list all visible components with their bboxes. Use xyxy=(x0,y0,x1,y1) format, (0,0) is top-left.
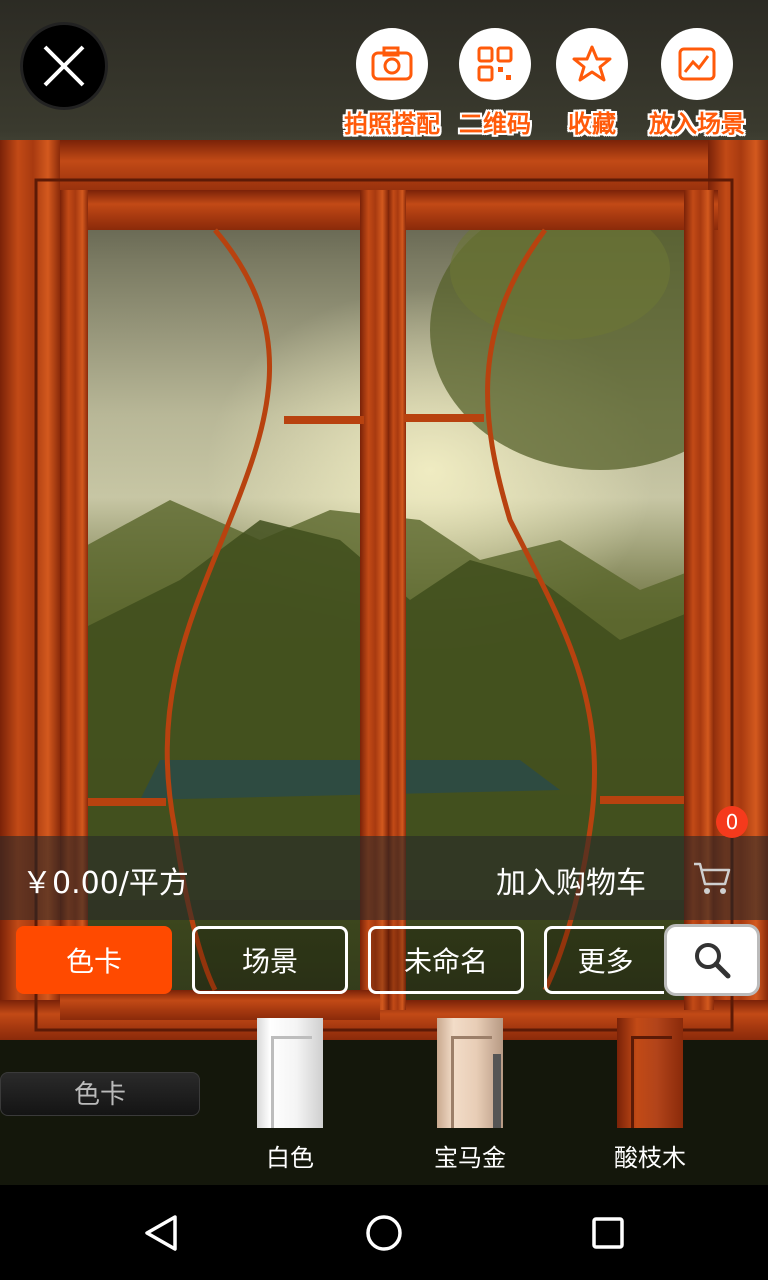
category-label[interactable]: 色卡 xyxy=(0,1072,200,1116)
system-nav-bar xyxy=(0,1185,768,1280)
swatch-item[interactable]: 白色 xyxy=(220,1018,360,1173)
tab-more[interactable]: 更多 xyxy=(544,926,664,994)
favorite-label: 收藏 xyxy=(568,110,616,138)
recents-square-icon xyxy=(592,1217,624,1249)
search-icon xyxy=(695,943,731,979)
back-button[interactable] xyxy=(136,1213,186,1253)
price-bar: ￥0.00/平方 加入购物车 xyxy=(0,836,768,920)
qr-code-icon xyxy=(477,46,513,82)
qr-code-button[interactable]: 二维码 xyxy=(440,28,550,140)
shopping-cart-icon[interactable] xyxy=(692,860,732,896)
swatch-item[interactable]: 酸枝木 xyxy=(580,1018,720,1173)
tab-unnamed[interactable]: 未命名 xyxy=(368,926,524,994)
tab-scene[interactable]: 场景 xyxy=(192,926,348,994)
cart-count-badge: 0 xyxy=(716,806,748,838)
put-in-scene-button[interactable]: 放入场景 xyxy=(642,28,752,140)
swatch-thumbnail xyxy=(257,1018,323,1128)
favorite-circle xyxy=(556,28,628,100)
photo-match-button[interactable]: 拍照搭配 xyxy=(337,28,447,140)
add-to-cart-button[interactable]: 加入购物车 xyxy=(496,858,646,902)
put-in-scene-label: 放入场景 xyxy=(649,110,745,138)
swatch-item[interactable]: 宝马金 xyxy=(400,1018,540,1173)
tab-color-card[interactable]: 色卡 xyxy=(16,926,172,994)
qr-code-label: 二维码 xyxy=(459,110,531,138)
swatch-name: 白色 xyxy=(266,1144,314,1172)
swatch-thumbnail xyxy=(617,1018,683,1128)
close-button[interactable] xyxy=(20,22,108,110)
put-in-scene-circle xyxy=(661,28,733,100)
photo-match-circle xyxy=(356,28,428,100)
back-triangle-icon xyxy=(145,1215,177,1251)
favorite-button[interactable]: 收藏 xyxy=(537,28,647,140)
photo-match-label: 拍照搭配 xyxy=(344,110,440,138)
category-tabs: 色卡 场景 未命名 更多 xyxy=(0,920,768,1008)
swatch-name: 宝马金 xyxy=(434,1144,506,1172)
camera-icon xyxy=(371,46,413,81)
swatch-thumbnail xyxy=(437,1018,503,1128)
recents-button[interactable] xyxy=(583,1213,633,1253)
swatch-panel: 色卡 白色 宝马金 酸枝木 xyxy=(0,1018,768,1185)
qr-code-circle xyxy=(459,28,531,100)
swatch-name: 酸枝木 xyxy=(614,1144,686,1172)
scene-image-icon xyxy=(678,47,716,81)
close-icon xyxy=(43,45,85,87)
search-button[interactable] xyxy=(664,924,760,996)
home-circle-icon xyxy=(366,1215,402,1251)
home-button[interactable] xyxy=(359,1213,409,1253)
star-icon xyxy=(572,45,612,82)
price-text: ￥0.00/平方 xyxy=(22,866,189,901)
